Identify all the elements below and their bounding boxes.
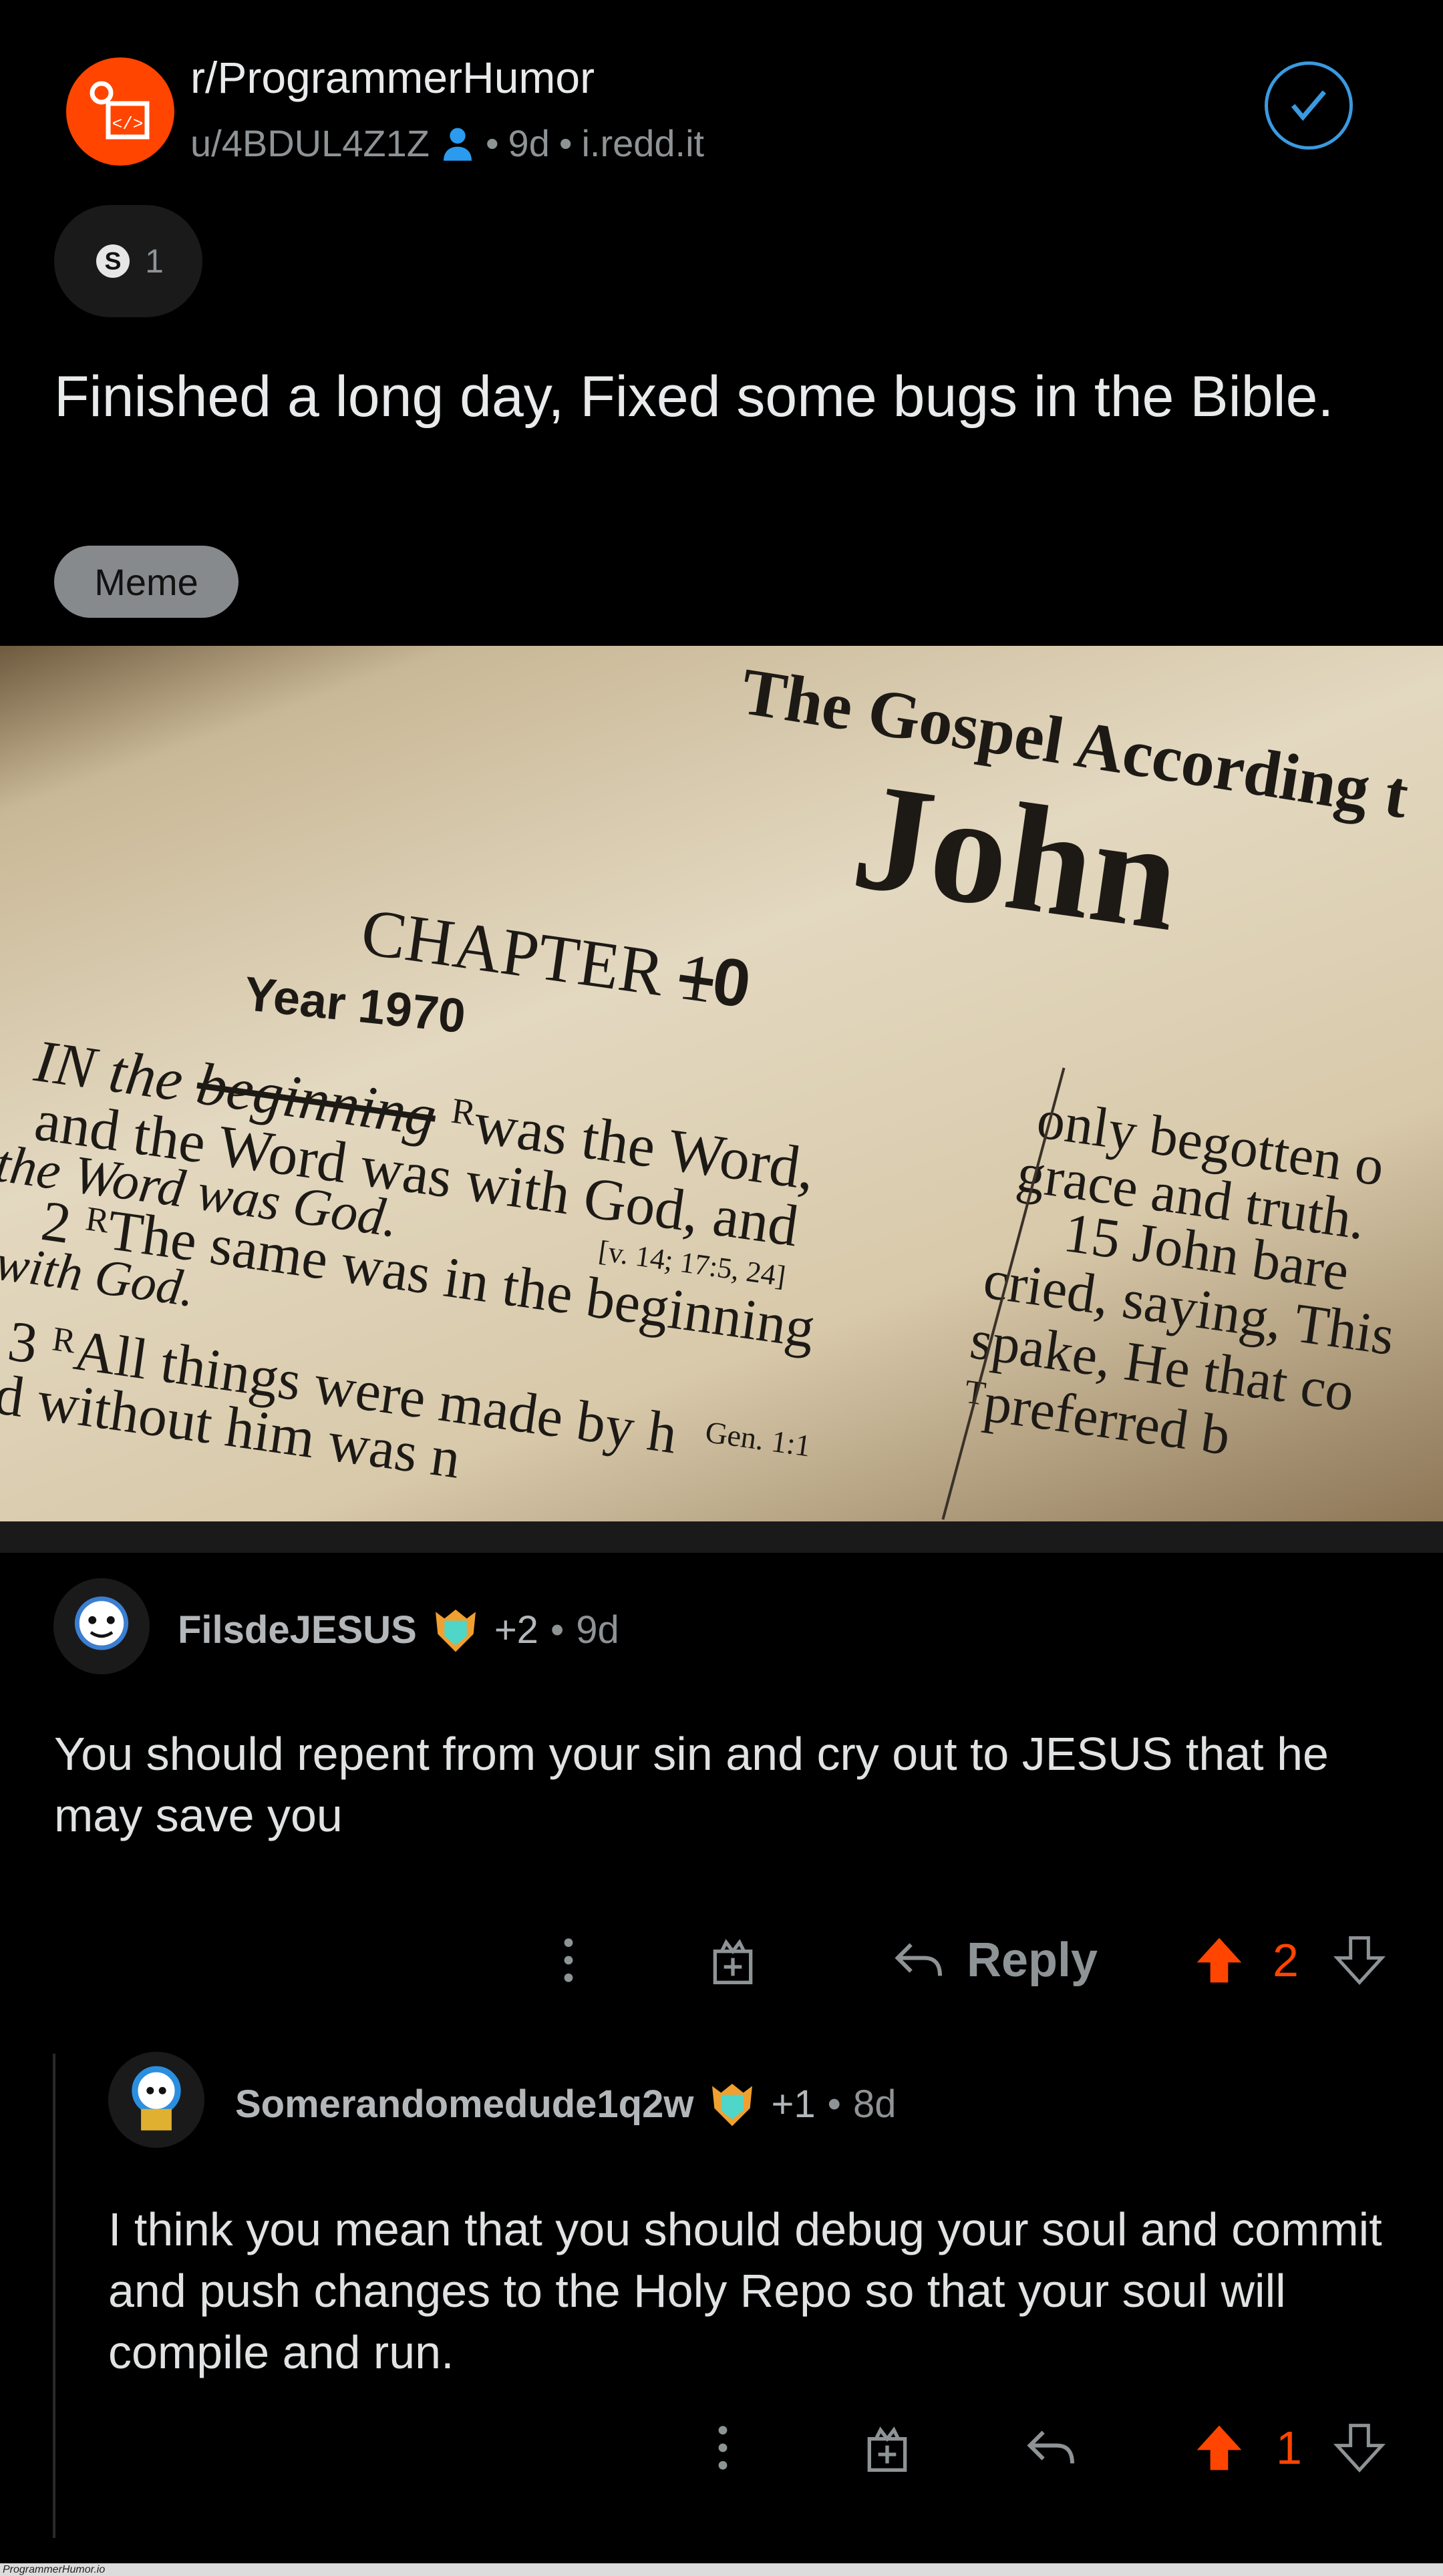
post-domain[interactable]: i.redd.it — [581, 122, 704, 165]
achievement-badge-icon — [712, 2084, 753, 2127]
post-flair[interactable]: Meme — [54, 546, 238, 618]
subreddit-name[interactable]: r/ProgrammerHumor — [190, 52, 595, 103]
thread-line[interactable] — [53, 2054, 55, 2538]
comment-avatar[interactable] — [108, 2052, 204, 2148]
code-icon: </> — [90, 81, 150, 140]
reply-button[interactable]: Reply — [868, 1927, 1122, 1994]
vote-count: 2 — [1273, 1934, 1299, 1986]
user-icon — [443, 128, 472, 161]
post-meta: u/4BDUL4Z1Z • 9d • i.redd.it — [190, 122, 705, 165]
post-author[interactable]: u/4BDUL4Z1Z — [190, 122, 430, 165]
upvote-arrow-icon — [1196, 1938, 1242, 1983]
comment-text: You should repent from your sin and cry … — [54, 1728, 1329, 1841]
post-age: 9d — [508, 122, 550, 164]
comment-age: 8d — [852, 2082, 897, 2126]
upvote-arrow-icon — [1196, 2425, 1242, 2470]
downvote-button[interactable] — [1329, 1930, 1390, 1990]
svg-text:S: S — [105, 247, 122, 275]
comment-age: 9d — [576, 1608, 619, 1652]
downvote-arrow-icon — [1333, 1936, 1386, 1986]
subreddit-avatar[interactable]: </> — [66, 57, 174, 166]
joined-check-button[interactable] — [1265, 61, 1353, 150]
upvote-button[interactable] — [1189, 1930, 1249, 1990]
karma-points: +2 — [494, 1608, 538, 1652]
comment-username[interactable]: Somerandomedude1q2w — [235, 2082, 693, 2127]
gift-icon — [867, 2426, 907, 2472]
comment-username[interactable]: FilsdeJESUS — [178, 1608, 417, 1652]
post-title: Finished a long day, Fixed some bugs in … — [54, 365, 1334, 429]
snoo-avatar-icon — [132, 2066, 181, 2131]
post-image[interactable]: The Gospel According t John CHAPTER 10 Y… — [0, 646, 1443, 1521]
karma-points: +1 — [771, 2082, 816, 2126]
watermark: ProgrammerHumor.io — [0, 2563, 1443, 2576]
more-options-button[interactable] — [703, 2418, 743, 2478]
downvote-arrow-icon — [1333, 2424, 1386, 2473]
svg-text:</>: </> — [112, 114, 144, 134]
reply-arrow-icon — [1027, 2430, 1074, 2464]
divider — [0, 1521, 1443, 1553]
achievement-badge-icon — [435, 1610, 476, 1652]
award-icon: S — [96, 244, 130, 278]
comment-header: Somerandomedude1q2w +1 • 8d — [235, 2077, 896, 2131]
award-count: 1 — [145, 242, 164, 280]
vote-count: 1 — [1276, 2422, 1302, 2474]
upvote-button[interactable] — [1189, 2418, 1249, 2478]
more-vertical-icon — [564, 1938, 573, 1982]
award-badge[interactable]: S 1 — [54, 205, 202, 317]
give-award-button[interactable] — [703, 1930, 763, 1990]
more-vertical-icon — [718, 2426, 728, 2470]
comment-text: I think you mean that you should debug y… — [108, 2203, 1382, 2378]
reply-button[interactable] — [1022, 2418, 1082, 2478]
snoo-avatar-icon — [74, 1596, 129, 1650]
more-options-button[interactable] — [548, 1930, 589, 1990]
reply-arrow-icon — [895, 1943, 942, 1976]
check-icon — [1291, 90, 1327, 121]
give-award-button[interactable] — [857, 2418, 917, 2478]
gift-icon — [713, 1939, 753, 1984]
comment-header: FilsdeJESUS +2 • 9d — [178, 1603, 619, 1656]
comment-avatar[interactable] — [53, 1578, 150, 1674]
downvote-button[interactable] — [1329, 2418, 1390, 2478]
